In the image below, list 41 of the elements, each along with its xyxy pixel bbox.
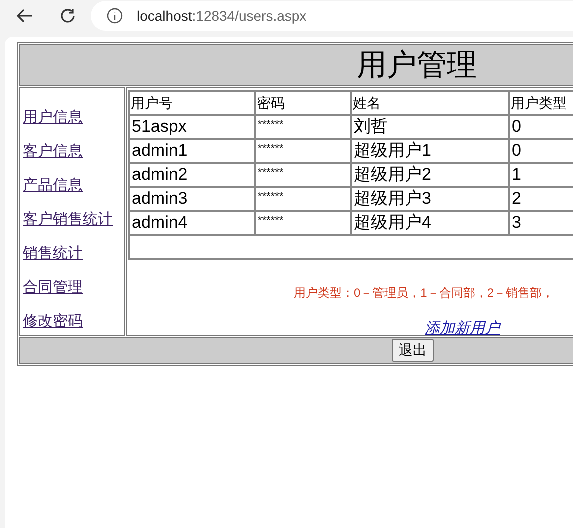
- column-header: 密码: [255, 91, 351, 115]
- table-cell: 2: [509, 187, 573, 211]
- page-title: 用户管理: [357, 48, 477, 84]
- sidebar-link[interactable]: 用户信息: [23, 107, 83, 129]
- table-cell: 超级用户2: [351, 163, 509, 187]
- table-cell: 超级用户1: [351, 139, 509, 163]
- column-header: 姓名: [351, 91, 509, 115]
- url-host: localhost: [137, 6, 192, 26]
- table-cell: admin2: [129, 163, 255, 187]
- sidebar-link[interactable]: 销售统计: [23, 243, 83, 265]
- table-cell: 刘哲: [351, 115, 509, 139]
- column-header: 用户类型: [509, 91, 573, 115]
- exit-button[interactable]: 退出: [392, 339, 434, 362]
- column-header: 用户号: [129, 91, 255, 115]
- address-bar[interactable]: localhost:12834/users.aspx: [91, 1, 573, 31]
- table-cell: ******: [255, 139, 351, 163]
- table-cell: admin4: [129, 211, 255, 235]
- table-cell: admin3: [129, 187, 255, 211]
- table-cell: 3: [509, 211, 573, 235]
- back-icon[interactable]: [16, 7, 34, 25]
- table-cell: ******: [255, 211, 351, 235]
- table-cell: ******: [255, 187, 351, 211]
- table-cell: 超级用户4: [351, 211, 509, 235]
- url-path: :12834/users.aspx: [192, 6, 307, 26]
- add-user-link[interactable]: 添加新用户: [425, 320, 500, 337]
- user-type-note: 用户类型：0－管理员，1－合同部，2－销售部，: [294, 286, 554, 300]
- table-cell: 0: [509, 139, 573, 163]
- sidebar-link[interactable]: 产品信息: [23, 175, 83, 197]
- sidebar-link[interactable]: 修改密码: [23, 311, 83, 333]
- sidebar-link[interactable]: 客户销售统计: [23, 209, 113, 231]
- table-cell: 1: [509, 163, 573, 187]
- info-icon: [107, 8, 123, 24]
- sidebar-link[interactable]: 合同管理: [23, 277, 83, 299]
- table-cell: ******: [255, 115, 351, 139]
- sidebar-link[interactable]: 客户信息: [23, 141, 83, 163]
- table-cell: ******: [255, 163, 351, 187]
- reload-icon[interactable]: [59, 7, 77, 25]
- table-cell: 0: [509, 115, 573, 139]
- table-cell: 51aspx: [129, 115, 255, 139]
- table-cell: 超级用户3: [351, 187, 509, 211]
- table-cell: admin1: [129, 139, 255, 163]
